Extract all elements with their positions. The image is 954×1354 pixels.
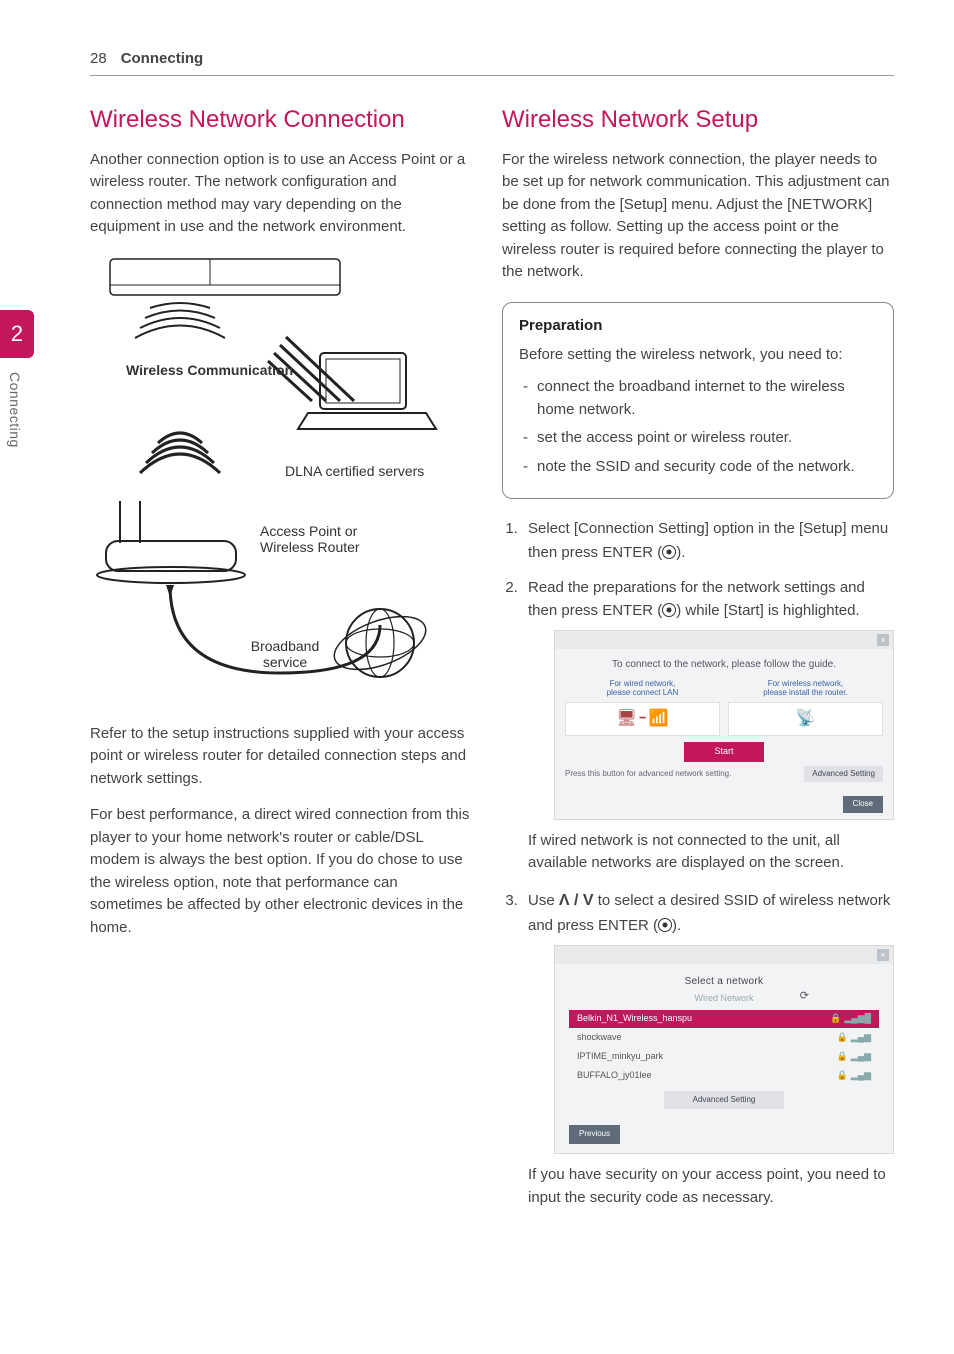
side-tab-label: Connecting: [7, 372, 23, 448]
ui-screenshot-connection-guide: × To connect to the network, please foll…: [554, 630, 894, 819]
start-button[interactable]: Start: [684, 742, 764, 762]
ui-wired-network-option[interactable]: Wired Network: [569, 992, 879, 1006]
ui-wired-label: For wired network,please connect LAN: [565, 679, 720, 698]
ui-screenshot-select-network: × ⟳ Select a network Wired Network Belki…: [554, 945, 894, 1155]
ui-footer-text: Press this button for advanced network s…: [565, 768, 731, 780]
diagram-label-broadband: Broadband service: [240, 638, 330, 670]
signal-icon: ▂▄▆: [851, 1031, 871, 1045]
network-diagram: Wireless Communication DLNA certified se…: [90, 253, 472, 703]
wireless-illustration: 📡: [728, 702, 883, 736]
signal-icon: ▂▄▆: [851, 1050, 871, 1064]
lock-icon: 🔒: [830, 1012, 841, 1026]
heading-wireless-setup: Wireless Network Setup: [502, 106, 894, 135]
lock-icon: 🔒: [837, 1050, 848, 1064]
enter-icon: [662, 603, 676, 617]
ui-select-network-title: Select a network: [569, 974, 879, 990]
refresh-icon[interactable]: ⟳: [800, 988, 809, 1005]
enter-icon: [662, 545, 676, 559]
prep-item: set the access point or wireless router.: [523, 427, 877, 450]
step-3-note: If you have security on your access poin…: [528, 1164, 894, 1209]
performance-note-text: For best performance, a direct wired con…: [90, 804, 472, 939]
wired-illustration: 🖥━📶: [565, 702, 720, 736]
header-section-title: Connecting: [121, 50, 204, 67]
step-2: Read the preparations for the network se…: [522, 576, 894, 875]
page-number: 28: [90, 50, 107, 67]
ui-wireless-label: For wireless network,please install the …: [728, 679, 883, 698]
close-icon[interactable]: ×: [877, 634, 889, 646]
previous-button[interactable]: Previous: [569, 1125, 620, 1143]
side-tab-chapter: 2: [0, 310, 34, 358]
close-icon[interactable]: ×: [877, 949, 889, 961]
diagram-label-wireless: Wireless Communication: [126, 361, 293, 379]
lock-icon: 🔒: [837, 1031, 848, 1045]
step-2-note: If wired network is not connected to the…: [528, 830, 894, 875]
preparation-intro: Before setting the wireless network, you…: [519, 344, 877, 367]
setup-intro-text: For the wireless network connection, the…: [502, 149, 894, 284]
step-3: Use Λ / V to select a desired SSID of wi…: [522, 889, 894, 1210]
advanced-setting-button[interactable]: Advanced Setting: [804, 766, 883, 782]
ui-guide-title: To connect to the network, please follow…: [565, 657, 883, 673]
step-1: Select [Connection Setting] option in th…: [522, 517, 894, 564]
close-button[interactable]: Close: [843, 796, 883, 812]
up-down-arrows-icon: Λ / V: [559, 892, 594, 909]
prep-item: connect the broadband internet to the wi…: [523, 376, 877, 421]
intro-text: Another connection option is to use an A…: [90, 149, 472, 239]
lock-icon: 🔒: [837, 1069, 848, 1083]
network-row-selected[interactable]: Belkin_N1_Wireless_hanspu 🔒▂▄▆█: [569, 1010, 879, 1028]
diagram-label-dlna: DLNA certified servers: [285, 463, 424, 479]
advanced-setting-button[interactable]: Advanced Setting: [664, 1091, 784, 1109]
preparation-box: Preparation Before setting the wireless …: [502, 302, 894, 500]
network-row[interactable]: shockwave 🔒▂▄▆: [569, 1029, 879, 1047]
enter-icon: [658, 918, 672, 932]
preparation-title: Preparation: [519, 317, 877, 334]
diagram-label-access-point: Access Point or Wireless Router: [260, 523, 400, 555]
prep-item: note the SSID and security code of the n…: [523, 456, 877, 479]
setup-reference-text: Refer to the setup instructions supplied…: [90, 723, 472, 791]
page-header: 28 Connecting: [90, 50, 894, 76]
signal-icon: ▂▄▆: [851, 1069, 871, 1083]
signal-icon: ▂▄▆█: [844, 1012, 871, 1026]
network-row[interactable]: IPTIME_minkyu_park 🔒▂▄▆: [569, 1048, 879, 1066]
heading-wireless-connection: Wireless Network Connection: [90, 106, 472, 135]
network-row[interactable]: BUFFALO_jy01lee 🔒▂▄▆: [569, 1067, 879, 1085]
